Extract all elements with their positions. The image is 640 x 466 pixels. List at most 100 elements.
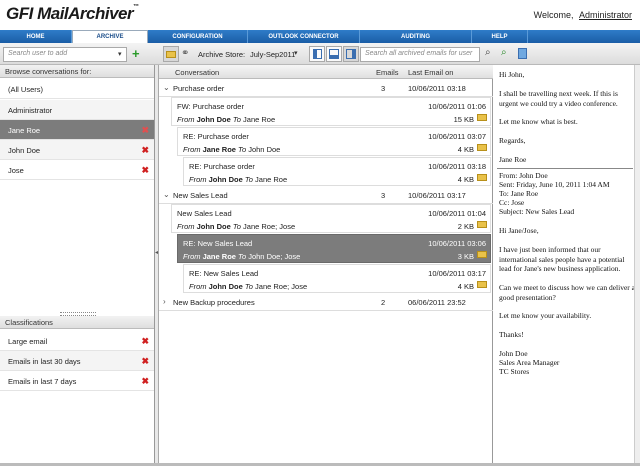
email-search-input[interactable]: Search all archived emails for user	[360, 47, 480, 62]
tab-archive[interactable]: ARCHIVE	[72, 30, 148, 43]
app-header: GFI MailArchiver™ Welcome, Administrator	[0, 0, 640, 30]
user-item-john-doe[interactable]: John Doe ✖	[0, 140, 154, 160]
envelope-icon	[477, 174, 487, 181]
preview-scrollbar[interactable]	[634, 65, 640, 463]
conversation-count: 2	[381, 298, 386, 307]
conversation-view-button[interactable]	[163, 46, 179, 62]
message-date: 10/06/2011 03:18	[428, 162, 486, 171]
remove-classification-icon[interactable]: ✖	[141, 376, 149, 387]
col-emails[interactable]: Emails	[376, 68, 399, 77]
collapse-arrow-icon[interactable]: ◂	[155, 249, 158, 256]
conversation-list-pane: Conversation Emails Last Email on ⌄ Purc…	[159, 65, 493, 463]
nav-filler	[528, 30, 640, 43]
browse-header: Browse conversations for:	[0, 65, 154, 78]
tab-auditing[interactable]: AUDITING	[360, 30, 472, 43]
classification-large-email[interactable]: Large email ✖	[0, 331, 154, 351]
gfi-mailarchiver-logo: GFI MailArchiver™	[6, 4, 139, 24]
export-icon[interactable]	[518, 48, 527, 59]
user-search-input[interactable]: Search user to add	[3, 47, 127, 62]
message-from-to: From John Doe To Jane Roe; Jose	[189, 282, 308, 291]
remove-classification-icon[interactable]: ✖	[141, 356, 149, 367]
message-date: 10/06/2011 01:06	[428, 102, 486, 111]
message-size: 4 KB	[457, 175, 474, 184]
quoted-greeting: Hi Jane/Jose,	[499, 226, 539, 235]
add-user-icon[interactable]: +	[132, 46, 140, 61]
welcome-area: Welcome, Administrator	[534, 10, 632, 20]
welcome-text: Welcome,	[533, 10, 574, 20]
quoted-paragraph: I have just been informed that our inter…	[499, 245, 625, 273]
email-search-placeholder: Search all archived emails for user	[365, 50, 473, 57]
logo-tm: ™	[133, 4, 139, 10]
layout-right-button[interactable]	[343, 46, 359, 62]
username-link[interactable]: Administrator	[579, 10, 632, 20]
col-last-email[interactable]: Last Email on	[408, 68, 453, 77]
thread-icon[interactable]: ⚭	[181, 48, 189, 59]
search-icon[interactable]: ⌕	[485, 47, 491, 58]
user-search-dropdown-icon[interactable]: ▾	[118, 50, 122, 58]
tab-outlook-connector[interactable]: OUTLOOK CONNECTOR	[248, 30, 360, 43]
classification-last-30-days[interactable]: Emails in last 30 days ✖	[0, 351, 154, 371]
chevron-right-icon[interactable]: ›	[163, 297, 166, 306]
user-item-administrator[interactable]: Administrator	[0, 100, 154, 120]
envelope-attachment-icon	[477, 114, 487, 121]
message-subject: New Sales Lead	[177, 209, 232, 218]
conversation-row[interactable]: ⌄ Purchase order 3 10/06/2011 03:18	[159, 79, 493, 97]
remove-user-icon[interactable]: ✖	[141, 125, 149, 136]
message-from-to: From Jane Roe To John Doe	[183, 145, 281, 154]
conversation-date: 10/06/2011 03:18	[408, 84, 466, 93]
envelope-icon	[477, 144, 487, 151]
message-item[interactable]: RE: New Sales Lead 10/06/2011 03:17 From…	[183, 264, 491, 293]
classifications-header: Classifications	[0, 316, 154, 329]
message-from-to: From John Doe To Jane Roe; Jose	[177, 222, 296, 231]
user-item-all[interactable]: (All Users)	[0, 79, 154, 99]
message-date: 10/06/2011 03:07	[428, 132, 486, 141]
toolbar: Search user to add ▾ + ⚭ Archive Store: …	[0, 43, 640, 65]
message-from-to: From Jane Roe To John Doe; Jose	[183, 252, 301, 261]
chevron-down-icon[interactable]: ⌄	[163, 83, 170, 92]
remove-user-icon[interactable]: ✖	[141, 165, 149, 176]
email-preview-pane: Hi John, I shall be travelling next week…	[494, 65, 640, 463]
layout-left-button[interactable]	[309, 46, 325, 62]
envelope-icon	[166, 50, 176, 58]
remove-classification-icon[interactable]: ✖	[141, 336, 149, 347]
message-item[interactable]: RE: Purchase order 10/06/2011 03:18 From…	[183, 157, 491, 186]
col-conversation[interactable]: Conversation	[175, 68, 219, 77]
conversation-row[interactable]: ⌄ New Sales Lead 3 10/06/2011 03:17	[159, 186, 493, 204]
message-item[interactable]: New Sales Lead 10/06/2011 01:04 From Joh…	[171, 204, 491, 233]
message-item-selected[interactable]: RE: New Sales Lead 10/06/2011 03:06 From…	[177, 234, 491, 263]
chevron-down-icon[interactable]: ⌄	[163, 190, 170, 199]
layout-bottom-icon	[329, 49, 339, 59]
tab-configuration[interactable]: CONFIGURATION	[148, 30, 248, 43]
user-item-label: John Doe	[8, 146, 41, 155]
message-item[interactable]: RE: Purchase order 10/06/2011 03:07 From…	[177, 127, 491, 156]
preview-paragraph: I shall be travelling next week. If this…	[499, 89, 618, 108]
logo-brand: GFI	[6, 4, 33, 23]
main-nav: HOME ARCHIVE CONFIGURATION OUTLOOK CONNE…	[0, 30, 640, 43]
envelope-icon	[477, 221, 487, 228]
archive-store-value[interactable]: July-Sep2011	[250, 50, 295, 59]
user-item-jane-roe[interactable]: Jane Roe ✖	[0, 120, 154, 140]
conversation-name: New Backup procedures	[173, 298, 255, 307]
remove-user-icon[interactable]: ✖	[141, 145, 149, 156]
tab-help[interactable]: HELP	[472, 30, 528, 43]
message-date: 10/06/2011 03:06	[428, 239, 486, 248]
message-item[interactable]: FW: Purchase order 10/06/2011 01:06 From…	[171, 97, 491, 126]
user-item-jose[interactable]: Jose ✖	[0, 160, 154, 180]
preview-signature: Jane Roe	[499, 155, 527, 164]
user-item-label: Administrator	[8, 106, 53, 115]
archive-store-label: Archive Store:	[198, 50, 246, 59]
classification-last-7-days[interactable]: Emails in last 7 days ✖	[0, 371, 154, 391]
conversation-row[interactable]: › New Backup procedures 2 06/06/2011 23:…	[159, 293, 493, 311]
advanced-search-icon[interactable]: ⌕	[501, 47, 507, 58]
tab-home[interactable]: HOME	[0, 30, 72, 43]
classification-label: Emails in last 7 days	[8, 377, 77, 386]
left-pane: Browse conversations for: (All Users) Ad…	[0, 65, 155, 463]
envelope-icon	[477, 251, 487, 258]
message-from-to: From John Doe To Jane Roe	[177, 115, 276, 124]
layout-bottom-button[interactable]	[326, 46, 342, 62]
message-date: 10/06/2011 03:17	[428, 269, 486, 278]
logo-product: MailArchiver	[37, 4, 134, 23]
archive-store-dropdown-icon[interactable]: ▾	[294, 49, 298, 57]
user-item-label: (All Users)	[8, 85, 43, 94]
message-size: 2 KB	[457, 222, 474, 231]
